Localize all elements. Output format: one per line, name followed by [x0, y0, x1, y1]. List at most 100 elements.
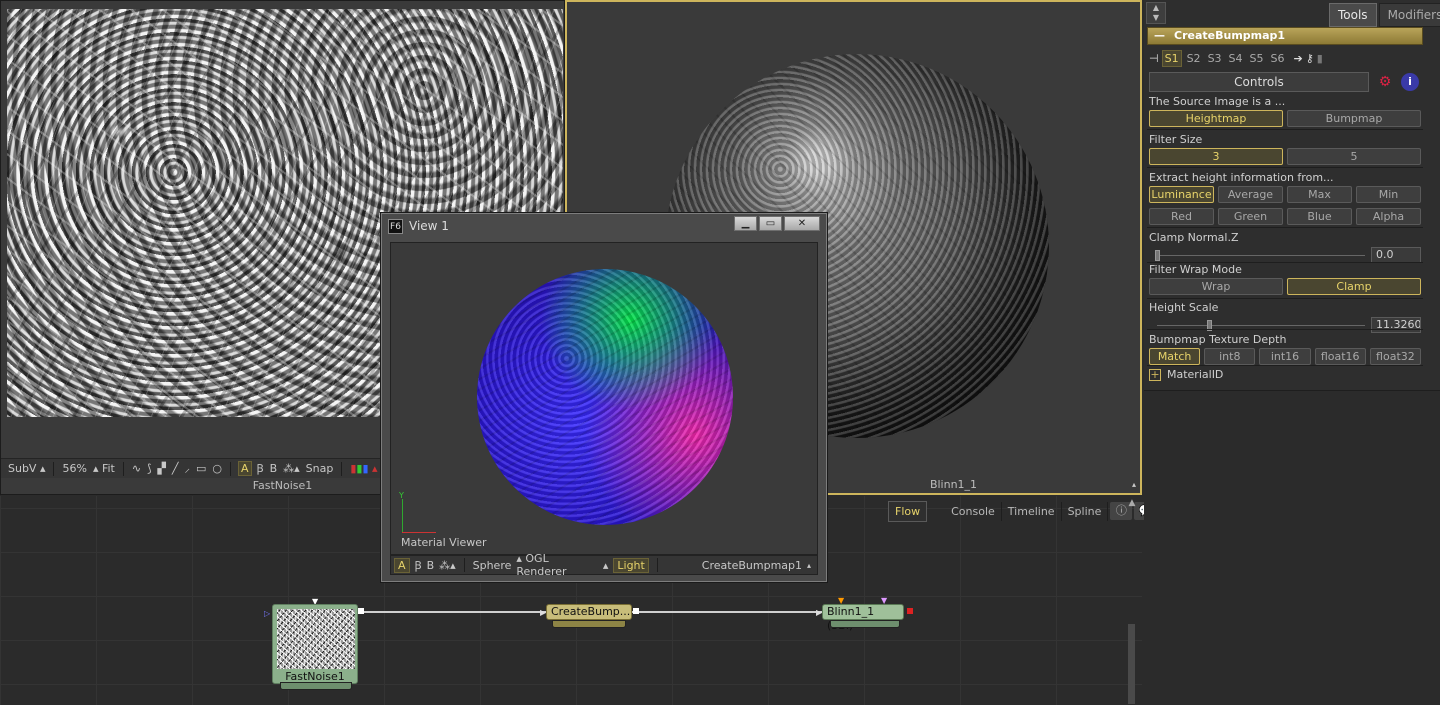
- ellipse-tool-icon[interactable]: ○: [211, 462, 223, 475]
- filter-size-3-button[interactable]: 3: [1149, 148, 1283, 165]
- green-button[interactable]: Green: [1218, 208, 1283, 225]
- tool-header[interactable]: — CreateBumpmap1: [1147, 27, 1423, 45]
- min-button[interactable]: Min: [1356, 186, 1421, 203]
- node-output-port-icon[interactable]: [907, 608, 913, 614]
- panel-empty-area: [1144, 390, 1440, 705]
- paint-icon[interactable]: ⸝: [183, 461, 191, 476]
- color-channels-icon[interactable]: ▮▮▮ ▴: [349, 462, 378, 475]
- slot-s1[interactable]: S1: [1161, 49, 1182, 67]
- match-button[interactable]: Match: [1149, 348, 1201, 365]
- corner-triangle-icon[interactable]: ▴: [807, 561, 811, 570]
- buffer-a-button[interactable]: A: [394, 557, 410, 573]
- source-image-group: The Source Image is a ... Heightmap Bump…: [1149, 95, 1421, 127]
- filter-size-group: Filter Size 3 5: [1149, 133, 1421, 165]
- info-icon[interactable]: i: [1401, 73, 1419, 91]
- tab-flow[interactable]: Flow: [888, 500, 928, 522]
- red-button[interactable]: Red: [1149, 208, 1214, 225]
- renderer-dropdown[interactable]: ▴ OGL Renderer: [516, 552, 597, 578]
- luminance-button[interactable]: Luminance: [1149, 186, 1214, 203]
- collapse-icon[interactable]: —: [1154, 28, 1165, 44]
- node-createbumpmap[interactable]: CreateBump...: [546, 604, 632, 620]
- fusion-logo-icon: F6: [388, 218, 403, 234]
- tab-tools[interactable]: Tools: [1329, 3, 1377, 27]
- light-dropdown-arrow-icon[interactable]: ▴: [603, 559, 609, 572]
- gear-icon[interactable]: ⚙: [1375, 73, 1395, 91]
- corner-triangle-icon[interactable]: ▴: [1132, 480, 1136, 489]
- average-button[interactable]: Average: [1218, 186, 1283, 203]
- material-id-label: MaterialID: [1167, 368, 1224, 381]
- float16-button[interactable]: float16: [1314, 348, 1366, 365]
- filter-size-5-button[interactable]: 5: [1287, 148, 1421, 165]
- subview-button[interactable]: SubV ▴: [7, 462, 46, 475]
- heightmap-button[interactable]: Heightmap: [1149, 110, 1283, 127]
- slot-s3[interactable]: S3: [1206, 51, 1224, 66]
- lock-icon[interactable]: ▮: [1317, 52, 1323, 65]
- maximize-icon[interactable]: ▭: [759, 216, 782, 231]
- buffer-ab-button[interactable]: Ꞵ: [415, 558, 422, 573]
- axis-x-line: [402, 532, 436, 533]
- int8-button[interactable]: int8: [1204, 348, 1256, 365]
- node-output-port-icon[interactable]: [358, 608, 364, 614]
- bumpmap-button[interactable]: Bumpmap: [1287, 110, 1421, 127]
- tab-spline[interactable]: Spline: [1062, 501, 1109, 521]
- tools-panel: ▲ ▼ Tools Modifiers — CreateBumpmap1 ⊣ S1…: [1144, 0, 1440, 705]
- buffer-b-button[interactable]: B: [427, 559, 435, 572]
- int16-button[interactable]: int16: [1259, 348, 1311, 365]
- material-viewer-canvas[interactable]: Y Material Viewer: [390, 242, 818, 555]
- wrap-button[interactable]: Wrap: [1149, 278, 1283, 295]
- controls-tab[interactable]: Controls: [1149, 72, 1369, 92]
- slider-knob[interactable]: [1155, 249, 1160, 261]
- sphere-dropdown[interactable]: Sphere: [473, 559, 512, 572]
- panel-scroll-icon[interactable]: ▲ ▼: [1146, 2, 1166, 24]
- max-button[interactable]: Max: [1287, 186, 1352, 203]
- slot-s5[interactable]: S5: [1248, 51, 1266, 66]
- node-input-port-icon[interactable]: ▼: [838, 596, 844, 605]
- spline-tool-icon[interactable]: ∿: [131, 462, 142, 475]
- height-scale-input[interactable]: 11.32604: [1371, 317, 1421, 333]
- node-input-port-icon[interactable]: ▷: [264, 609, 270, 618]
- node-blinn[interactable]: Blinn1_1 (3Bl): [822, 604, 904, 632]
- tab-timeline[interactable]: Timeline: [1002, 501, 1062, 521]
- snap-button[interactable]: Snap: [305, 462, 335, 475]
- light-button[interactable]: Light: [613, 557, 649, 573]
- polyline-tool-icon[interactable]: ⟆: [146, 462, 152, 475]
- node-input-port-icon[interactable]: ▼: [312, 597, 318, 606]
- checker-icon[interactable]: ▞: [156, 462, 166, 475]
- node-output-port-icon[interactable]: [633, 608, 639, 614]
- clamp-normal-input[interactable]: 0.0: [1371, 247, 1421, 263]
- alpha-button[interactable]: Alpha: [1356, 208, 1421, 225]
- compare-icon[interactable]: ⁂▴: [439, 559, 456, 572]
- arrow-right-icon[interactable]: ➔: [1294, 52, 1303, 65]
- buffer-a-button[interactable]: A: [237, 461, 252, 476]
- clamp-normal-slider[interactable]: [1155, 249, 1365, 261]
- flow-scrollbar[interactable]: ▲: [1126, 498, 1138, 704]
- tab-modifiers[interactable]: Modifiers: [1378, 3, 1440, 27]
- slot-s2[interactable]: S2: [1185, 51, 1203, 66]
- blue-button[interactable]: Blue: [1287, 208, 1352, 225]
- buffer-ab-button[interactable]: Ꞵ: [256, 461, 265, 476]
- clamp-button[interactable]: Clamp: [1287, 278, 1421, 295]
- buffer-b-button[interactable]: B: [269, 462, 279, 475]
- float32-button[interactable]: float32: [1369, 348, 1422, 365]
- zoom-button[interactable]: 56%: [61, 462, 87, 475]
- slot-s4[interactable]: S4: [1227, 51, 1245, 66]
- expand-icon[interactable]: +: [1149, 368, 1161, 381]
- separator: [656, 558, 658, 572]
- view-window[interactable]: F6 View 1 ▁ ▭ ✕ Y Material Viewer A Ꞵ B …: [381, 213, 827, 582]
- node-input-port-icon[interactable]: ▼: [881, 596, 887, 605]
- pen-icon[interactable]: ╱: [171, 462, 180, 475]
- node-fastnoise[interactable]: FastNoise1: [272, 604, 358, 684]
- compare-icon[interactable]: ⁂▴: [282, 462, 301, 475]
- height-scale-slider[interactable]: [1157, 319, 1365, 331]
- slot-s6[interactable]: S6: [1269, 51, 1287, 66]
- scroll-thumb[interactable]: [1128, 624, 1135, 704]
- tab-console[interactable]: Console: [945, 501, 1002, 521]
- minimize-icon[interactable]: ▁: [734, 216, 757, 231]
- scroll-up-icon[interactable]: ▲: [1126, 498, 1138, 508]
- pin-icon[interactable]: ⊣: [1149, 52, 1159, 65]
- rectangle-tool-icon[interactable]: ▭: [195, 462, 207, 475]
- close-icon[interactable]: ✕: [784, 216, 820, 231]
- fit-button[interactable]: ▴ Fit: [92, 462, 116, 475]
- material-id-row[interactable]: + MaterialID: [1149, 368, 1223, 381]
- key-icon[interactable]: ⚷: [1306, 52, 1314, 65]
